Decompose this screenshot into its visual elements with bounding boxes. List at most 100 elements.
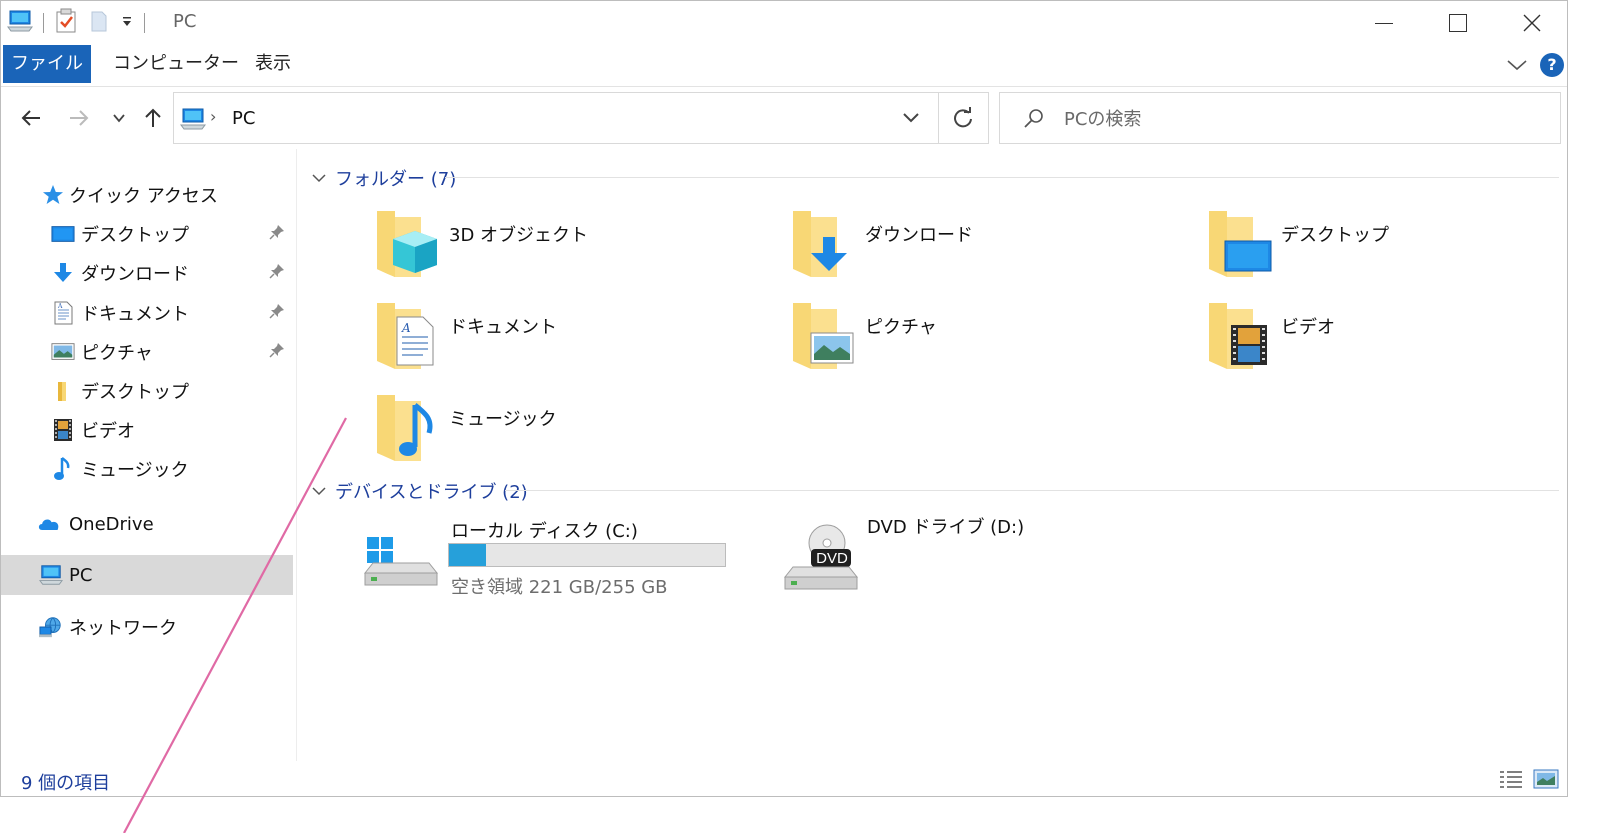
folders-group-header[interactable]: フォルダー (7) <box>311 165 456 191</box>
sidebar-item-network[interactable]: ネットワーク <box>1 608 293 646</box>
sidebar-item-label: OneDrive <box>69 513 154 535</box>
maximize-icon <box>1449 14 1467 32</box>
file-explorer-window: PC ファイル コンピューター 表示 ? › PC PCの検索 クイック アクセ… <box>0 0 1568 797</box>
drive-usage-bar <box>448 543 726 567</box>
large-icons-view-button[interactable] <box>1533 769 1559 793</box>
expand-ribbon-button[interactable] <box>1506 55 1528 79</box>
help-button[interactable]: ? <box>1540 53 1564 77</box>
documents-folder-icon: A <box>377 303 434 369</box>
sidebar-item-desktop-pinned[interactable]: デスクトップ <box>1 215 293 253</box>
navigation-pane: クイック アクセス デスクトップ ダウンロード A ドキュメント ピクチャ デス… <box>1 149 297 761</box>
pin-icon[interactable] <box>269 224 285 245</box>
pin-icon[interactable] <box>269 263 285 284</box>
folder-tile-desktop[interactable]: デスクトップ <box>1207 207 1567 287</box>
search-box[interactable] <box>999 92 1561 144</box>
pc-icon[interactable] <box>7 9 33 37</box>
content-pane: フォルダー (7) 3D オブジェクト ダウンロード デスクトップ A ドキュメ… <box>299 149 1567 761</box>
desktop-icon <box>51 222 75 246</box>
search-input[interactable] <box>1064 106 1544 132</box>
devices-group-header[interactable]: デバイスとドライブ (2) <box>311 478 528 504</box>
breadcrumb-separator-icon[interactable]: › <box>210 107 216 126</box>
details-view-icon <box>1500 771 1522 788</box>
status-bar: 9 個の項目 <box>1 761 1567 796</box>
refresh-icon <box>954 107 972 128</box>
navigation-bar: › PC <box>1 88 1567 148</box>
folder-tile-documents[interactable]: A ドキュメント <box>375 299 775 379</box>
up-button[interactable] <box>139 104 167 132</box>
tab-file[interactable]: ファイル <box>3 45 91 83</box>
sidebar-item-pictures[interactable]: ピクチャ <box>1 333 293 371</box>
sidebar-item-label: ビデオ <box>81 421 135 442</box>
sidebar-item-music[interactable]: ミュージック <box>1 450 293 488</box>
tab-computer[interactable]: コンピューター <box>97 45 255 83</box>
sidebar-item-downloads[interactable]: ダウンロード <box>1 254 293 292</box>
toolbar-separator <box>43 13 44 33</box>
ribbon: ファイル コンピューター 表示 ? <box>1 45 1567 87</box>
sidebar-item-pc[interactable]: PC <box>1 555 293 595</box>
back-button[interactable] <box>17 104 45 132</box>
chevron-down-icon <box>903 113 919 123</box>
arrow-left-icon <box>21 110 40 126</box>
properties-icon[interactable] <box>54 8 78 38</box>
refresh-button[interactable] <box>952 107 974 133</box>
sidebar-item-label: クイック アクセス <box>69 186 218 207</box>
star-icon <box>41 183 65 207</box>
pictures-folder-icon <box>793 303 854 369</box>
details-view-button[interactable] <box>1499 769 1523 793</box>
video-icon <box>51 418 75 442</box>
folder-tile-pictures[interactable]: ピクチャ <box>791 299 1191 379</box>
sidebar-item-label: PC <box>69 564 93 586</box>
group-title: デバイスとドライブ (2) <box>335 482 528 503</box>
forward-button[interactable] <box>65 104 93 132</box>
folder-tile-music[interactable]: ミュージック <box>375 391 775 471</box>
search-icon <box>1022 108 1046 134</box>
drive-label: ローカル ディスク (C:) <box>451 521 638 542</box>
drive-free-space: 空き領域 221 GB/255 GB <box>451 577 668 598</box>
sidebar-item-label: ドキュメント <box>81 304 189 325</box>
large-icons-view-icon <box>1533 769 1559 789</box>
address-bar[interactable]: › PC <box>173 92 989 144</box>
sidebar-item-quick-access[interactable]: クイック アクセス <box>1 176 293 214</box>
minimize-button[interactable] <box>1346 1 1422 45</box>
group-divider <box>445 177 1559 178</box>
folder-label: ビデオ <box>1281 317 1335 338</box>
maximize-button[interactable] <box>1420 1 1496 45</box>
tab-view[interactable]: 表示 <box>239 45 307 83</box>
pin-icon[interactable] <box>269 342 285 363</box>
pc-icon <box>39 563 63 587</box>
downloads-folder-icon <box>793 211 847 277</box>
svg-text:A: A <box>57 303 63 310</box>
music-icon <box>51 456 75 481</box>
folder-tile-downloads[interactable]: ダウンロード <box>791 207 1191 287</box>
arrow-up-icon <box>145 108 161 127</box>
item-count: 9 個の項目 <box>21 773 111 794</box>
sidebar-item-onedrive[interactable]: OneDrive <box>1 505 293 543</box>
folder-tile-3d-objects[interactable]: 3D オブジェクト <box>375 207 775 287</box>
folder-label: ドキュメント <box>449 317 557 338</box>
drive-tile-local-disk-c[interactable]: ローカル ディスク (C:) 空き領域 221 GB/255 GB <box>363 513 743 603</box>
sidebar-item-desktop[interactable]: デスクトップ <box>1 372 293 410</box>
folder-tile-videos[interactable]: ビデオ <box>1207 299 1567 379</box>
chevron-down-icon <box>113 114 125 123</box>
sidebar-item-label: ダウンロード <box>81 264 189 285</box>
breadcrumb[interactable]: PC <box>232 108 255 129</box>
dvd-badge: DVD <box>816 550 848 567</box>
pin-icon[interactable] <box>269 303 285 324</box>
chevron-down-icon <box>1507 60 1527 71</box>
3d-objects-folder-icon <box>377 211 437 277</box>
close-button[interactable] <box>1494 1 1567 45</box>
drive-tile-dvd-d[interactable]: DVD DVD ドライブ (D:) <box>783 517 1163 609</box>
picture-icon <box>51 340 75 364</box>
sidebar-item-label: デスクトップ <box>81 382 189 403</box>
sidebar-item-documents[interactable]: A ドキュメント <box>1 294 293 332</box>
network-icon <box>39 615 63 639</box>
sidebar-item-videos[interactable]: ビデオ <box>1 411 293 449</box>
address-dropdown-button[interactable] <box>902 109 920 129</box>
customize-dropdown-icon[interactable] <box>120 14 134 33</box>
download-icon <box>51 261 75 285</box>
group-divider <box>505 490 1559 491</box>
folder-label: デスクトップ <box>1281 225 1389 246</box>
folder-label: ピクチャ <box>865 317 937 338</box>
new-folder-icon[interactable] <box>88 9 110 37</box>
recent-locations-button[interactable] <box>105 104 133 132</box>
